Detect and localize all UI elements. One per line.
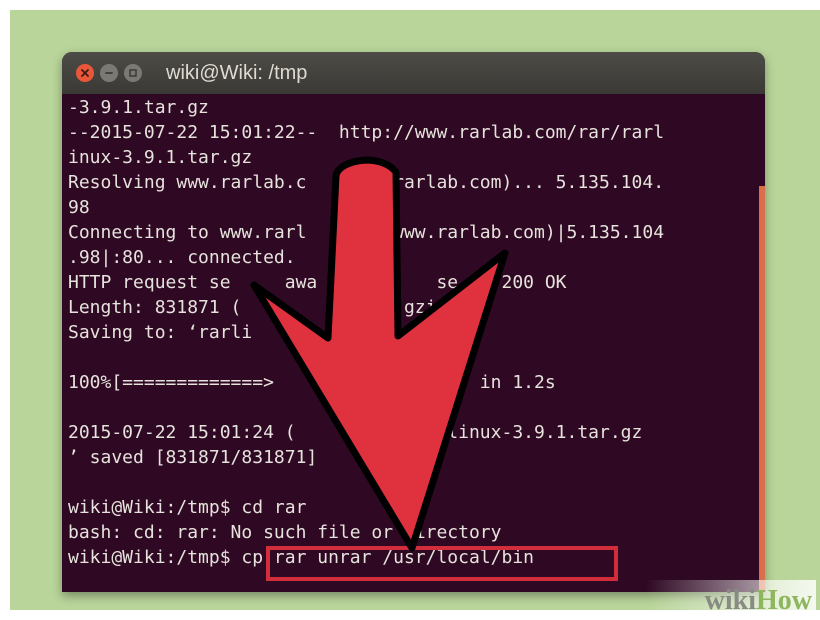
close-window-button[interactable] [76,64,94,82]
wikihow-watermark: wikiHow [646,580,816,620]
terminal-line: bash: cd: rar: No such file or directory [68,522,502,543]
terminal-line: wiki@Wiki:/tmp$ cd rar [68,497,307,518]
close-icon [81,69,89,77]
minimize-icon [105,72,113,74]
terminal-line: inux-3.9.1.tar.gz [68,147,253,168]
terminal-line: 98 [68,197,90,218]
shell-prompt: wiki@Wiki:/tmp$ [68,547,242,568]
terminal-line: Connecting to www.rarl m (www.rarlab.com… [68,222,665,243]
watermark-wiki: wiki [704,585,756,616]
maximize-window-button[interactable] [124,64,142,82]
watermark-text: wikiHow [705,586,812,616]
window-titlebar[interactable]: wiki@Wiki: /tmp [62,52,765,94]
terminal-output[interactable]: -3.9.1.tar.gz --2015-07-22 15:01:22-- ht… [62,94,765,592]
terminal-line: Length: 831871 ( /x-gzip] [68,297,459,318]
terminal-line: Resolving www.rarlab.c ww.rarlab.com)...… [68,172,665,193]
scroll-indicator[interactable] [759,186,765,590]
minimize-window-button[interactable] [100,64,118,82]
terminal-line: HTTP request se awa r se... 200 OK [68,272,567,293]
terminal-line: ’ saved [831871/831871] [68,447,318,468]
terminal-line: 100%[=============> 656KB/s in 1.2s [68,372,556,393]
command-highlight-box [266,546,618,581]
terminal-window[interactable]: wiki@Wiki: /tmp -3.9.1.tar.gz --2015-07-… [62,52,765,592]
terminal-line: 2015-07-22 15:01:24 ( - ‘rarlinux-3.9.1.… [68,422,643,443]
terminal-line: .98|:80... connected. [68,247,296,268]
window-title: wiki@Wiki: /tmp [166,62,308,84]
watermark-how: How [756,585,812,616]
terminal-line: -3.9.1.tar.gz [68,97,209,118]
terminal-line: Saving to: ‘rarli [68,322,253,343]
terminal-line: --2015-07-22 15:01:22-- http://www.rarla… [68,122,665,143]
maximize-icon [129,69,137,77]
